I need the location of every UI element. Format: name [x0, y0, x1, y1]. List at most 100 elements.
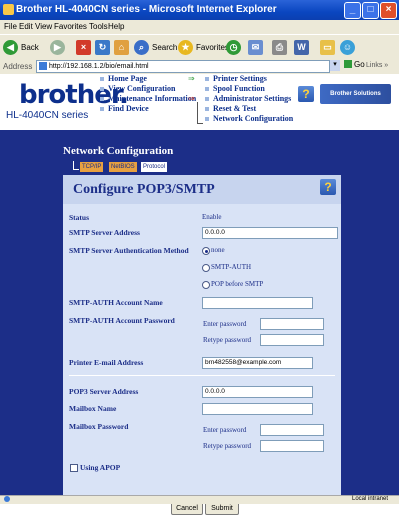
tree-branch: [197, 123, 203, 124]
menu-help[interactable]: Help: [108, 22, 124, 31]
folder-button[interactable]: ▭: [320, 39, 335, 55]
form-title: Configure POP3/SMTP: [73, 182, 215, 197]
close-button[interactable]: ×: [380, 2, 397, 19]
refresh-button[interactable]: ↻: [95, 39, 110, 55]
nav-network-configuration[interactable]: Network Configuration: [205, 114, 293, 123]
window-title-bar: Brother HL-4040CN series - Microsoft Int…: [0, 0, 399, 20]
favorites-button[interactable]: ★ Favorites: [178, 39, 229, 55]
model-name: HL-4040CN series: [6, 110, 89, 121]
status-value: Enable: [202, 213, 222, 221]
window-title: Brother HL-4040CN series - Microsoft Int…: [16, 4, 277, 15]
nav-spool-function[interactable]: Spool Function: [205, 84, 265, 93]
menu-file[interactable]: File: [4, 22, 17, 31]
smtp-account-name-label: SMTP-AUTH Account Name: [69, 298, 163, 307]
go-button[interactable]: Go: [344, 60, 365, 69]
form-help-icon[interactable]: ?: [320, 179, 336, 195]
mailbox-retype-password-input[interactable]: [260, 440, 324, 452]
menu-tools[interactable]: Tools: [89, 22, 108, 31]
smtp-account-password-label: SMTP-AUTH Account Password: [69, 316, 175, 325]
tree-line: [197, 102, 198, 124]
using-apop-checkbox[interactable]: [70, 464, 78, 472]
forward-arrow-icon: ▶: [50, 39, 65, 55]
back-button[interactable]: ◀ Back: [3, 39, 39, 55]
using-apop-label: Using APOP: [80, 463, 121, 472]
radio-pop-before-smtp[interactable]: [202, 281, 210, 289]
nav-administrator-settings[interactable]: Administrator Settings: [205, 94, 291, 103]
mailbox-enter-password-input[interactable]: [260, 424, 324, 436]
back-label: Back: [21, 42, 39, 52]
nav-printer-settings[interactable]: Printer Settings: [205, 74, 267, 83]
search-icon: ⌕: [134, 39, 149, 55]
menu-edit[interactable]: Edit: [19, 22, 33, 31]
section-divider: [69, 375, 335, 376]
links-button[interactable]: Links »: [366, 62, 388, 69]
address-label: Address: [3, 62, 33, 71]
address-url: http://192.168.1.2/bio/email.html: [49, 63, 149, 70]
home-icon: ⌂: [114, 39, 129, 55]
address-input[interactable]: http://192.168.1.2/bio/email.html: [36, 60, 330, 73]
smtp-server-input[interactable]: 0.0.0.0: [202, 227, 338, 239]
messenger-button[interactable]: ☺: [340, 39, 355, 55]
security-zone: Local intranet: [352, 496, 389, 502]
address-dropdown-icon[interactable]: ▾: [330, 60, 340, 71]
tab-protocol[interactable]: Protocol: [141, 162, 168, 172]
smtp-retype-password-label: Retype password: [203, 336, 252, 344]
favorites-label: Favorites: [196, 42, 229, 52]
page-icon: [39, 62, 47, 70]
help-icon[interactable]: ?: [298, 86, 314, 102]
nav-find-device[interactable]: Find Device: [100, 104, 149, 113]
history-button[interactable]: ◷: [226, 39, 241, 55]
smtp-enter-password-input[interactable]: [260, 318, 324, 330]
mailbox-retype-password-label: Retype password: [203, 442, 252, 450]
tab-tree-branch: [73, 169, 79, 170]
menu-bar: File Edit View Favorites Tools Help: [0, 20, 399, 34]
status-label: Status: [69, 213, 90, 222]
forward-button[interactable]: ▶: [50, 39, 65, 55]
printer-email-label: Printer E-mail Address: [69, 358, 144, 367]
mailbox-name-input[interactable]: [202, 403, 313, 415]
maximize-button[interactable]: □: [362, 2, 379, 19]
printer-email-input[interactable]: brn482558@example.com: [202, 357, 313, 369]
mailbox-password-label: Mailbox Password: [69, 422, 129, 431]
back-arrow-icon: ◀: [3, 39, 18, 55]
nav-home-page[interactable]: Home Page: [100, 74, 147, 83]
menu-view[interactable]: View: [35, 22, 52, 31]
radio-smtp-auth-label: SMTP-AUTH: [211, 263, 252, 271]
page-header: brother. HL-4040CN series Home Page View…: [0, 74, 399, 130]
mailbox-enter-password-label: Enter password: [203, 426, 247, 434]
smtp-auth-method-label: SMTP Server Authentication Method: [69, 246, 189, 255]
menu-favorites[interactable]: Favorites: [54, 22, 87, 31]
mailbox-name-label: Mailbox Name: [69, 404, 117, 413]
smtp-account-name-input[interactable]: [202, 297, 313, 309]
green-arrow-icon: ⇒: [188, 74, 195, 83]
ie-status-icon: [4, 496, 10, 502]
radio-none[interactable]: [202, 247, 210, 255]
red-arrow-icon: ⇒: [188, 94, 195, 103]
radio-pop-before-smtp-label: POP before SMTP: [211, 280, 264, 288]
nav-reset-test[interactable]: Reset & Test: [205, 104, 256, 113]
minimize-button[interactable]: _: [344, 2, 361, 19]
home-button[interactable]: ⌂: [114, 39, 129, 55]
tab-tcpip[interactable]: TCP/IP: [80, 162, 104, 172]
smtp-server-label: SMTP Server Address: [69, 228, 140, 237]
edit-button[interactable]: W: [294, 39, 309, 55]
mail-button[interactable]: ✉: [248, 39, 263, 55]
smtp-retype-password-input[interactable]: [260, 334, 324, 346]
nav-maintenance-information[interactable]: Maintenance Information: [100, 94, 196, 103]
pop3-smtp-panel: Configure POP3/SMTP ? Status Enable SMTP…: [63, 175, 341, 515]
radio-none-label: none: [211, 246, 225, 254]
nav-view-configuration[interactable]: View Configuration: [100, 84, 175, 93]
print-button[interactable]: ⎙: [272, 39, 287, 55]
search-button[interactable]: ⌕ Search: [134, 39, 177, 55]
refresh-icon: ↻: [95, 39, 110, 55]
stop-button[interactable]: ×: [76, 39, 91, 55]
pop3-server-label: POP3 Server Address: [69, 387, 139, 396]
search-label: Search: [152, 42, 178, 52]
radio-smtp-auth[interactable]: [202, 264, 210, 272]
printer-icon: ⎙: [272, 39, 287, 55]
main-content: Network Configuration TCP/IP NetBIOS Pro…: [0, 130, 399, 515]
solutions-center-button[interactable]: Brother Solutions Center: [320, 84, 391, 117]
pop3-server-input[interactable]: 0.0.0.0: [202, 386, 313, 398]
go-label: Go: [354, 60, 365, 69]
tab-netbios[interactable]: NetBIOS: [109, 162, 137, 172]
